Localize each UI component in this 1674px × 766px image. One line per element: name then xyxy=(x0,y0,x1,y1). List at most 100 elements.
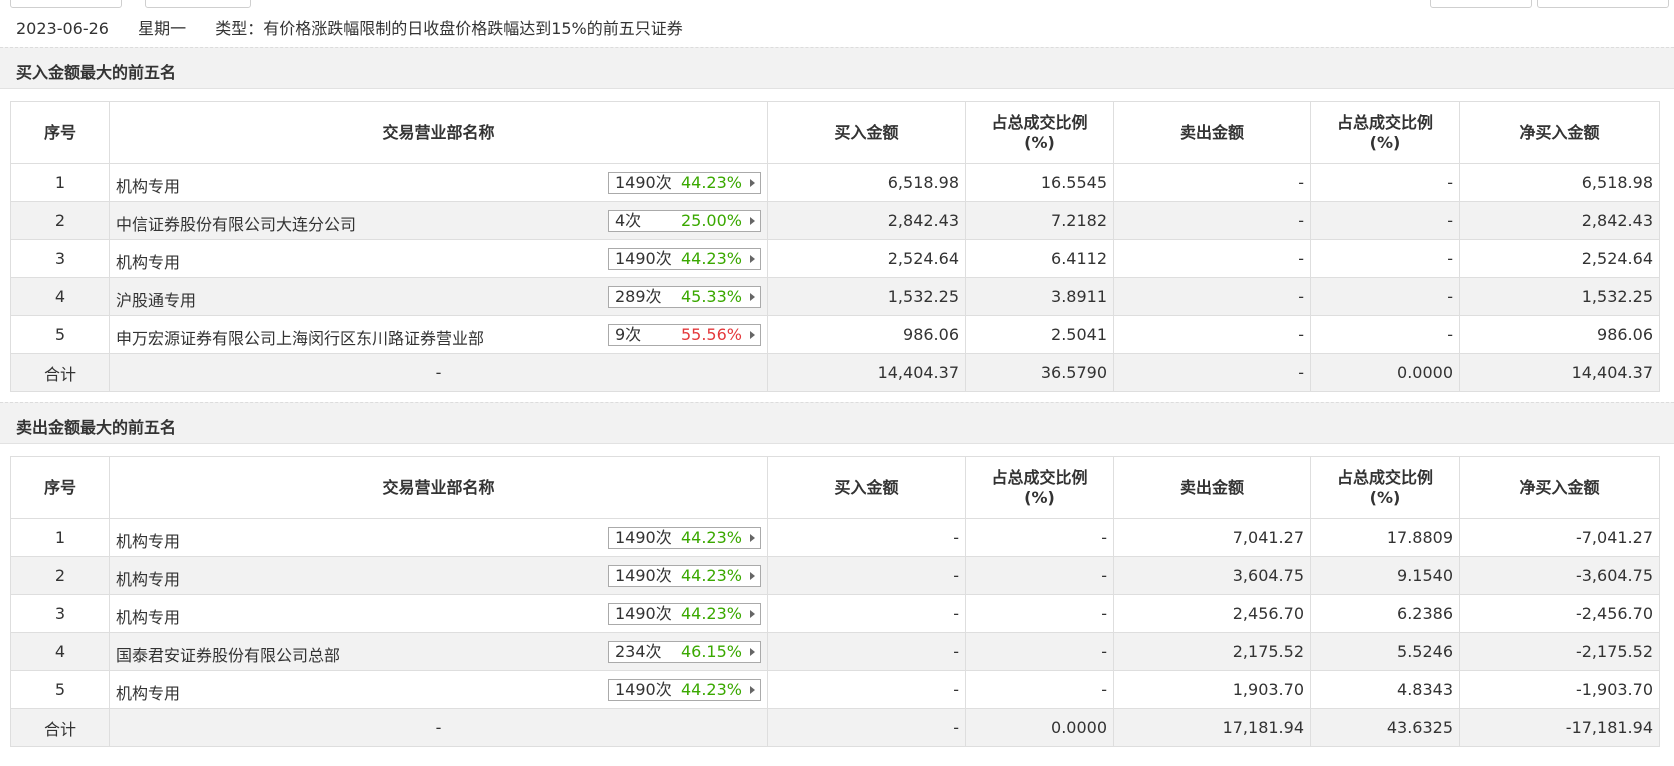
total-row: 合计 -14,404.37 36.5790-0.0000 14,404.37 xyxy=(10,353,1660,392)
buy-table: 序号 交易营业部名称 买入金额 占总成交比例 (%) 卖出金额 占总成交比例 (%)… xyxy=(10,101,1660,392)
query-button[interactable] xyxy=(1430,0,1532,8)
seat-name[interactable]: 机构专用 xyxy=(116,566,180,590)
col-idx: 序号 xyxy=(10,101,110,164)
total-sell-amount: - xyxy=(1113,353,1311,392)
filter-select[interactable] xyxy=(145,0,251,8)
table-row: 1 机构专用 1490次 44.23% 6,518.98 16.5545- -6,518.9… xyxy=(10,163,1660,202)
caret-right-icon xyxy=(750,255,755,263)
sell-table-header: 序号 交易营业部名称 买入金额 占总成交比例 (%) 卖出金额 占总成交比例 (%)… xyxy=(10,456,1660,519)
seat-stats-button[interactable]: 4次 25.00% xyxy=(608,210,761,232)
sell-amount: - xyxy=(1113,315,1311,354)
total-sell-ratio: 43.6325 xyxy=(1310,708,1460,747)
table-row: 3 机构专用 1490次 44.23% 2,524.64 6.4112- -2,524.64 xyxy=(10,239,1660,278)
seat-name[interactable]: 机构专用 xyxy=(116,604,180,628)
seat-win-rate: 25.00% xyxy=(680,211,742,230)
seat-stats-button[interactable]: 1490次 44.23% xyxy=(608,603,761,625)
table-row: 2 机构专用 1490次 44.23% - -3,604.75 9.1540 -3,604.7… xyxy=(10,556,1660,595)
row-index: 4 xyxy=(10,632,110,671)
total-net-amount: -17,181.94 xyxy=(1459,708,1660,747)
buy-ratio: 6.4112 xyxy=(965,239,1114,278)
seat-name[interactable]: 机构专用 xyxy=(116,528,180,552)
buy-amount: - xyxy=(767,556,966,595)
caret-right-icon xyxy=(750,648,755,656)
row-index: 2 xyxy=(10,556,110,595)
trade-date: 2023-06-26 xyxy=(16,19,109,38)
caret-right-icon xyxy=(750,686,755,694)
date-picker[interactable] xyxy=(10,0,122,8)
col-sell-ratio-label: 占总成交比例 xyxy=(1336,112,1433,132)
seat-name-cell: 机构专用 1490次 44.23% xyxy=(109,518,768,557)
seat-stats-button[interactable]: 289次 45.33% xyxy=(608,286,761,308)
buy-amount: - xyxy=(767,670,966,709)
row-index: 1 xyxy=(10,163,110,202)
buy-amount: 2,842.43 xyxy=(767,201,966,240)
seat-name[interactable]: 国泰君安证券股份有限公司总部 xyxy=(116,642,340,666)
seat-win-rate: 44.23% xyxy=(680,604,742,623)
total-buy-amount: - xyxy=(767,708,966,747)
col-sell-ratio-unit: (%) xyxy=(1369,132,1401,152)
net-amount: 2,842.43 xyxy=(1459,201,1660,240)
seat-stats-button[interactable]: 1490次 44.23% xyxy=(608,565,761,587)
seat-name[interactable]: 中信证券股份有限公司大连分公司 xyxy=(116,211,356,235)
buy-ratio: - xyxy=(965,556,1114,595)
sell-amount: 7,041.27 xyxy=(1113,518,1311,557)
seat-name-cell: 机构专用 1490次 44.23% xyxy=(109,239,768,278)
list-type: 类型：有价格涨跌幅限制的日收盘价格跌幅达到15%的前五只证券 xyxy=(215,19,683,38)
col-idx: 序号 xyxy=(10,456,110,519)
sell-amount: - xyxy=(1113,277,1311,316)
sell-amount: - xyxy=(1113,163,1311,202)
col-buy: 买入金额 xyxy=(767,101,966,164)
seat-stats-button[interactable]: 1490次 44.23% xyxy=(608,527,761,549)
buy-section-header: 买入金额最大的前五名 xyxy=(0,47,1674,89)
table-row: 4 沪股通专用 289次 45.33% 1,532.25 3.8911- -1,532.25 xyxy=(10,277,1660,316)
sell-amount: - xyxy=(1113,239,1311,278)
buy-table-header: 序号 交易营业部名称 买入金额 占总成交比例 (%) 卖出金额 占总成交比例 (%)… xyxy=(10,101,1660,164)
seat-appear-count: 1490次 xyxy=(615,528,672,547)
col-buy-ratio-unit: (%) xyxy=(1024,487,1055,507)
seat-appear-count: 1490次 xyxy=(615,249,672,268)
row-index: 1 xyxy=(10,518,110,557)
seat-name-cell: 机构专用 1490次 44.23% xyxy=(109,670,768,709)
seat-name[interactable]: 沪股通专用 xyxy=(116,287,196,311)
row-index: 3 xyxy=(10,594,110,633)
seat-win-rate: 44.23% xyxy=(680,680,742,699)
net-amount: -3,604.75 xyxy=(1459,556,1660,595)
buy-ratio: 7.2182 xyxy=(965,201,1114,240)
sell-ratio: - xyxy=(1310,277,1460,316)
col-buy: 买入金额 xyxy=(767,456,966,519)
buy-section-title: 买入金额最大的前五名 xyxy=(16,63,177,82)
col-sell-ratio: 占总成交比例 (%) xyxy=(1310,456,1460,519)
buy-ratio: - xyxy=(965,594,1114,633)
col-buy-ratio: 占总成交比例 (%) xyxy=(965,101,1114,164)
sell-ratio: - xyxy=(1310,315,1460,354)
net-amount: -2,175.52 xyxy=(1459,632,1660,671)
seat-stats-button[interactable]: 234次 46.15% xyxy=(608,641,761,663)
seat-stats-button[interactable]: 1490次 44.23% xyxy=(608,679,761,701)
sell-ratio: - xyxy=(1310,201,1460,240)
seat-appear-count: 289次 xyxy=(615,287,662,306)
col-buy-ratio-label: 占总成交比例 xyxy=(991,112,1088,132)
seat-stats-button[interactable]: 9次 55.56% xyxy=(608,324,761,346)
seat-stats-button[interactable]: 1490次 44.23% xyxy=(608,248,761,270)
sell-amount: 2,456.70 xyxy=(1113,594,1311,633)
seat-name[interactable]: 机构专用 xyxy=(116,173,180,197)
seat-appear-count: 1490次 xyxy=(615,566,672,585)
export-button[interactable] xyxy=(1537,0,1669,8)
seat-name[interactable]: 机构专用 xyxy=(116,680,180,704)
caret-right-icon xyxy=(750,331,755,339)
seat-name-cell: 中信证券股份有限公司大连分公司 4次 25.00% xyxy=(109,201,768,240)
caret-right-icon xyxy=(750,293,755,301)
seat-stats-button[interactable]: 1490次 44.23% xyxy=(608,172,761,194)
sell-ratio: 4.8343 xyxy=(1310,670,1460,709)
seat-name[interactable]: 申万宏源证券有限公司上海闵行区东川路证券营业部 xyxy=(116,325,484,349)
net-amount: -2,456.70 xyxy=(1459,594,1660,633)
total-net-amount: 14,404.37 xyxy=(1459,353,1660,392)
buy-ratio: 3.8911 xyxy=(965,277,1114,316)
caret-right-icon xyxy=(750,610,755,618)
table-row: 5 机构专用 1490次 44.23% - -1,903.70 4.8343 -1,903.7… xyxy=(10,670,1660,709)
seat-name[interactable]: 机构专用 xyxy=(116,249,180,273)
seat-win-rate: 55.56% xyxy=(680,325,742,344)
seat-win-rate: 44.23% xyxy=(680,566,742,585)
sell-section-title: 卖出金额最大的前五名 xyxy=(16,418,177,437)
net-amount: -1,903.70 xyxy=(1459,670,1660,709)
